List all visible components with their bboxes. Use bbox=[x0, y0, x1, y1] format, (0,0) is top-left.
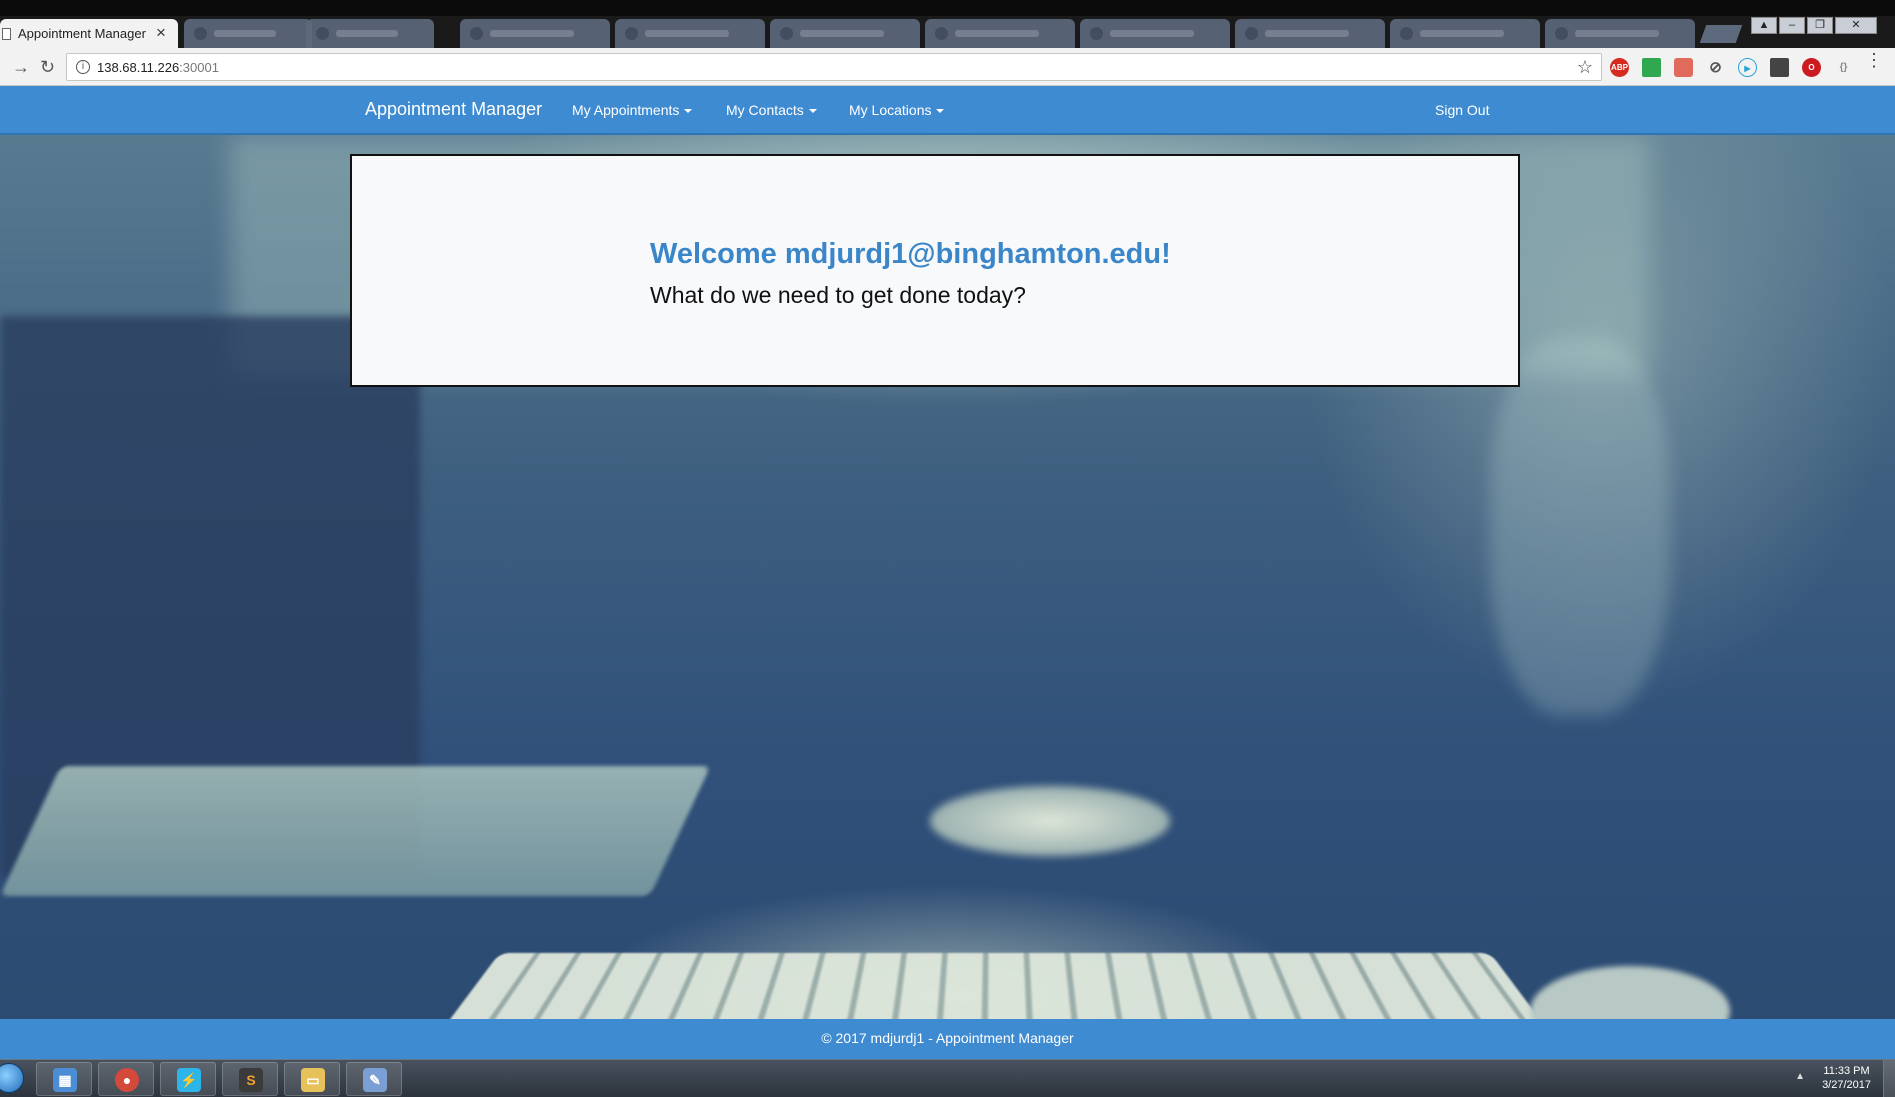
url-host: 138.68.11.226 bbox=[97, 60, 180, 75]
address-toolbar: → ↻ i 138.68.11.226:30001 ☆ ABP ⊘ ▶ O {}… bbox=[0, 48, 1895, 86]
reload-icon[interactable]: ↻ bbox=[40, 57, 55, 78]
tray-expand-icon[interactable]: ▲ bbox=[1795, 1071, 1805, 1082]
caret-down-icon bbox=[808, 109, 817, 113]
show-desktop-button[interactable] bbox=[1883, 1060, 1895, 1097]
address-bar[interactable]: i 138.68.11.226:30001 ☆ bbox=[66, 53, 1602, 81]
tab-blurred-title bbox=[955, 30, 1039, 37]
chrome-icon: ● bbox=[115, 1068, 139, 1092]
tab-background[interactable] bbox=[306, 19, 434, 48]
paint-icon: ✎ bbox=[363, 1068, 387, 1092]
tab-title: Appointment Manager bbox=[18, 26, 146, 41]
start-button-icon[interactable] bbox=[0, 1063, 24, 1093]
app-footer: © 2017 mdjurdj1 - Appointment Manager bbox=[0, 1019, 1895, 1059]
tab-favicon-icon bbox=[1090, 27, 1103, 40]
caret-down-icon bbox=[684, 109, 693, 113]
tab-favicon-icon bbox=[1400, 27, 1413, 40]
tab-favicon-icon bbox=[470, 27, 483, 40]
tab-blurred-title bbox=[1265, 30, 1349, 37]
code-extension-icon[interactable]: {} bbox=[1834, 58, 1853, 77]
tab-favicon-icon bbox=[1555, 27, 1568, 40]
sign-out-link[interactable]: Sign Out bbox=[1435, 102, 1489, 118]
page-favicon-icon bbox=[2, 28, 11, 40]
maximize-icon[interactable]: ❐ bbox=[1807, 17, 1833, 34]
nav-my-appointments[interactable]: My Appointments bbox=[572, 102, 693, 118]
background-bowl bbox=[930, 786, 1170, 856]
tab-background[interactable] bbox=[184, 19, 312, 48]
nav-my-contacts[interactable]: My Contacts bbox=[726, 102, 817, 118]
tab-blurred-title bbox=[1110, 30, 1194, 37]
tab-favicon-icon bbox=[935, 27, 948, 40]
clock-date: 3/27/2017 bbox=[1822, 1079, 1871, 1091]
welcome-subheading: What do we need to get done today? bbox=[650, 282, 1026, 308]
nav-my-locations[interactable]: My Locations bbox=[849, 102, 945, 118]
tab-close-icon[interactable]: × bbox=[156, 23, 166, 43]
media-extension-icon[interactable]: ▶ bbox=[1738, 58, 1757, 77]
sheets-extension-icon[interactable] bbox=[1642, 58, 1661, 77]
new-tab-button[interactable] bbox=[1699, 25, 1743, 43]
footer-copyright: © 2017 mdjurdj1 - Appointment Manager bbox=[821, 1030, 1074, 1046]
tab-favicon-icon bbox=[316, 27, 329, 40]
windows-taskbar: ▦ ● ⚡ S ▭ ✎ ▲ 11:33 PM 3/27/2017 bbox=[0, 1059, 1895, 1097]
tab-appointment-manager[interactable]: Appointment Manager × bbox=[0, 19, 178, 48]
tab-favicon-icon bbox=[625, 27, 638, 40]
taskbar-app[interactable]: ▦ bbox=[36, 1062, 92, 1096]
welcome-heading: Welcome mdjurdj1@binghamton.edu! bbox=[650, 238, 1171, 270]
url-port: :30001 bbox=[179, 60, 219, 75]
taskbar-app[interactable]: ● bbox=[98, 1062, 154, 1096]
taskbar-app[interactable]: ✎ bbox=[346, 1062, 402, 1096]
file-explorer-icon: ▭ bbox=[301, 1068, 325, 1092]
pdf-extension-icon[interactable] bbox=[1674, 58, 1693, 77]
extension-icons: ABP ⊘ ▶ O {} bbox=[1610, 58, 1853, 77]
taskbar-app[interactable]: ▭ bbox=[284, 1062, 340, 1096]
save-extension-icon[interactable] bbox=[1770, 58, 1789, 77]
tab-blurred-title bbox=[800, 30, 884, 37]
task-manager-icon: ▦ bbox=[53, 1068, 77, 1092]
taskbar-app[interactable]: S bbox=[222, 1062, 278, 1096]
lightning-app-icon: ⚡ bbox=[177, 1068, 201, 1092]
tab-blurred-title bbox=[645, 30, 729, 37]
close-window-icon[interactable]: ✕ bbox=[1835, 17, 1877, 34]
clock-time: 11:33 PM bbox=[1823, 1065, 1870, 1077]
info-icon[interactable]: i bbox=[76, 60, 90, 74]
system-clock[interactable]: 11:33 PM 3/27/2017 bbox=[1822, 1064, 1871, 1092]
adblock-icon[interactable]: ABP bbox=[1610, 58, 1629, 77]
block-extension-icon[interactable]: ⊘ bbox=[1706, 58, 1725, 77]
tab-blurred-title bbox=[490, 30, 574, 37]
tab-background[interactable] bbox=[615, 19, 765, 48]
nav-my-appointments-label: My Appointments bbox=[572, 102, 680, 118]
tab-background[interactable] bbox=[1390, 19, 1540, 48]
tab-background[interactable] bbox=[460, 19, 610, 48]
tab-favicon-icon bbox=[1245, 27, 1258, 40]
app-navbar: Appointment Manager My Appointments My C… bbox=[0, 86, 1895, 135]
forward-arrow-icon[interactable]: → bbox=[12, 57, 30, 78]
tab-blurred-title bbox=[1420, 30, 1504, 37]
tab-favicon-icon bbox=[194, 27, 207, 40]
caret-down-icon bbox=[936, 109, 945, 113]
tab-background[interactable] bbox=[770, 19, 920, 48]
tab-favicon-icon bbox=[780, 27, 793, 40]
tab-background[interactable] bbox=[1545, 19, 1695, 48]
tab-background[interactable] bbox=[1235, 19, 1385, 48]
tab-blurred-title bbox=[1575, 30, 1659, 37]
background-glass-blur bbox=[1490, 336, 1670, 716]
opera-extension-icon[interactable]: O bbox=[1802, 58, 1821, 77]
background-laptop-base bbox=[0, 766, 711, 896]
tab-blurred-title bbox=[214, 30, 276, 37]
tab-background[interactable] bbox=[925, 19, 1075, 48]
nav-my-locations-label: My Locations bbox=[849, 102, 932, 118]
browser-menu-icon[interactable]: ⋮ bbox=[1865, 51, 1883, 69]
brand-link[interactable]: Appointment Manager bbox=[365, 99, 542, 120]
taskbar-app[interactable]: ⚡ bbox=[160, 1062, 216, 1096]
url-text: 138.68.11.226:30001 bbox=[97, 60, 219, 75]
welcome-panel: Welcome mdjurdj1@binghamton.edu! What do… bbox=[350, 154, 1520, 387]
nav-my-contacts-label: My Contacts bbox=[726, 102, 804, 118]
tab-blurred-title bbox=[336, 30, 398, 37]
bookmark-star-icon[interactable]: ☆ bbox=[1577, 57, 1593, 78]
tab-background[interactable] bbox=[1080, 19, 1230, 48]
window-controls: ▲ – ❐ ✕ bbox=[1751, 17, 1877, 34]
minimize-icon[interactable]: – bbox=[1779, 17, 1805, 34]
profile-icon[interactable]: ▲ bbox=[1751, 17, 1777, 34]
sublime-text-icon: S bbox=[239, 1068, 263, 1092]
